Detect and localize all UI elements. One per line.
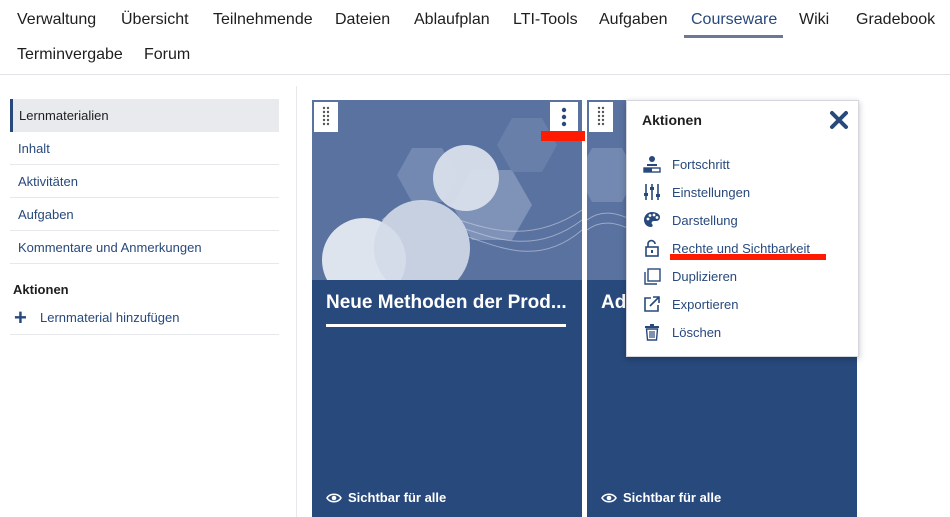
action-einstellungen-label: Einstellungen	[672, 184, 751, 200]
nav-teilnehmende[interactable]: Teilnehmende	[213, 11, 313, 29]
add-lernmaterial-label: Lernmaterial hinzufügen	[40, 310, 180, 325]
action-darstellung[interactable]: Darstellung	[642, 206, 810, 234]
sidebar-item-aufgaben[interactable]: Aufgaben	[10, 198, 279, 231]
courseware-card[interactable]: Neue Methoden der Prod... Sichtbar für a…	[312, 100, 582, 517]
nav-forum[interactable]: Forum	[144, 46, 190, 64]
popup-title: Aktionen	[642, 112, 702, 128]
card-visibility: Sichtbar für alle	[601, 490, 721, 505]
annotation-mark-rechte	[670, 254, 826, 260]
nav-dateien[interactable]: Dateien	[335, 11, 390, 29]
card-title-underline	[326, 324, 566, 327]
popup-action-list: Fortschritt Einstellungen Darstellung Re…	[642, 150, 810, 346]
sliders-icon	[642, 182, 662, 202]
nav-lti-tools[interactable]: LTI-Tools	[513, 11, 578, 29]
action-exportieren[interactable]: Exportieren	[642, 290, 810, 318]
progress-icon	[642, 154, 662, 174]
content-divider	[296, 86, 297, 517]
sidebar-actions-heading: Aktionen	[13, 282, 69, 297]
active-tab-indicator	[684, 35, 783, 38]
action-darstellung-label: Darstellung	[672, 212, 738, 228]
unlock-icon	[642, 238, 662, 258]
card-visibility: Sichtbar für alle	[326, 490, 446, 505]
action-fortschritt-label: Fortschritt	[672, 156, 730, 172]
kebab-menu-icon	[561, 107, 567, 127]
nav-verwaltung[interactable]: Verwaltung	[17, 11, 96, 29]
course-navigation: Verwaltung Übersicht Teilnehmende Dateie…	[0, 0, 950, 75]
card-menu-button[interactable]	[550, 102, 578, 132]
card-visibility-label: Sichtbar für alle	[348, 490, 447, 505]
nav-terminvergabe[interactable]: Terminvergabe	[17, 46, 123, 64]
card-cover-image	[312, 100, 582, 280]
action-loeschen-label: Löschen	[672, 324, 722, 340]
plus-icon: +	[14, 304, 27, 330]
sidebar-item-kommentare[interactable]: Kommentare und Anmerkungen	[10, 231, 279, 264]
sidebar-item-inhalt[interactable]: Inhalt	[10, 132, 279, 165]
nav-wiki[interactable]: Wiki	[799, 11, 829, 29]
nav-courseware[interactable]: Courseware	[691, 11, 777, 29]
nav-aufgaben[interactable]: Aufgaben	[599, 11, 668, 29]
actions-popup: Aktionen Fortschritt Einstellungen Darst…	[626, 100, 859, 357]
eye-icon	[326, 492, 342, 503]
action-exportieren-label: Exportieren	[672, 296, 739, 312]
eye-icon	[601, 492, 617, 503]
card-title: Neue Methoden der Prod...	[326, 292, 566, 313]
export-icon	[642, 294, 662, 314]
action-duplizieren[interactable]: Duplizieren	[642, 262, 810, 290]
nav-uebersicht[interactable]: Übersicht	[121, 11, 189, 29]
action-loeschen[interactable]: Löschen	[642, 318, 810, 346]
sidebar-item-lernmaterialien[interactable]: Lernmaterialien	[10, 99, 279, 132]
sidebar: Lernmaterialien Inhalt Aktivitäten Aufga…	[10, 99, 279, 335]
action-einstellungen[interactable]: Einstellungen	[642, 178, 810, 206]
nav-ablaufplan[interactable]: Ablaufplan	[414, 11, 490, 29]
nav-gradebook[interactable]: Gradebook	[856, 11, 935, 29]
sidebar-item-aktivitaeten[interactable]: Aktivitäten	[10, 165, 279, 198]
action-fortschritt[interactable]: Fortschritt	[642, 150, 810, 178]
copy-icon	[642, 266, 662, 286]
drag-handle-icon[interactable]	[314, 102, 338, 132]
annotation-mark-menu	[541, 131, 585, 141]
palette-icon	[642, 210, 662, 230]
action-duplizieren-label: Duplizieren	[672, 268, 738, 284]
drag-handle-icon[interactable]	[589, 102, 613, 132]
card-visibility-label: Sichtbar für alle	[623, 490, 722, 505]
trash-icon	[642, 322, 662, 342]
close-icon[interactable]	[828, 109, 850, 131]
add-lernmaterial-button[interactable]: + Lernmaterial hinzufügen	[10, 301, 279, 335]
